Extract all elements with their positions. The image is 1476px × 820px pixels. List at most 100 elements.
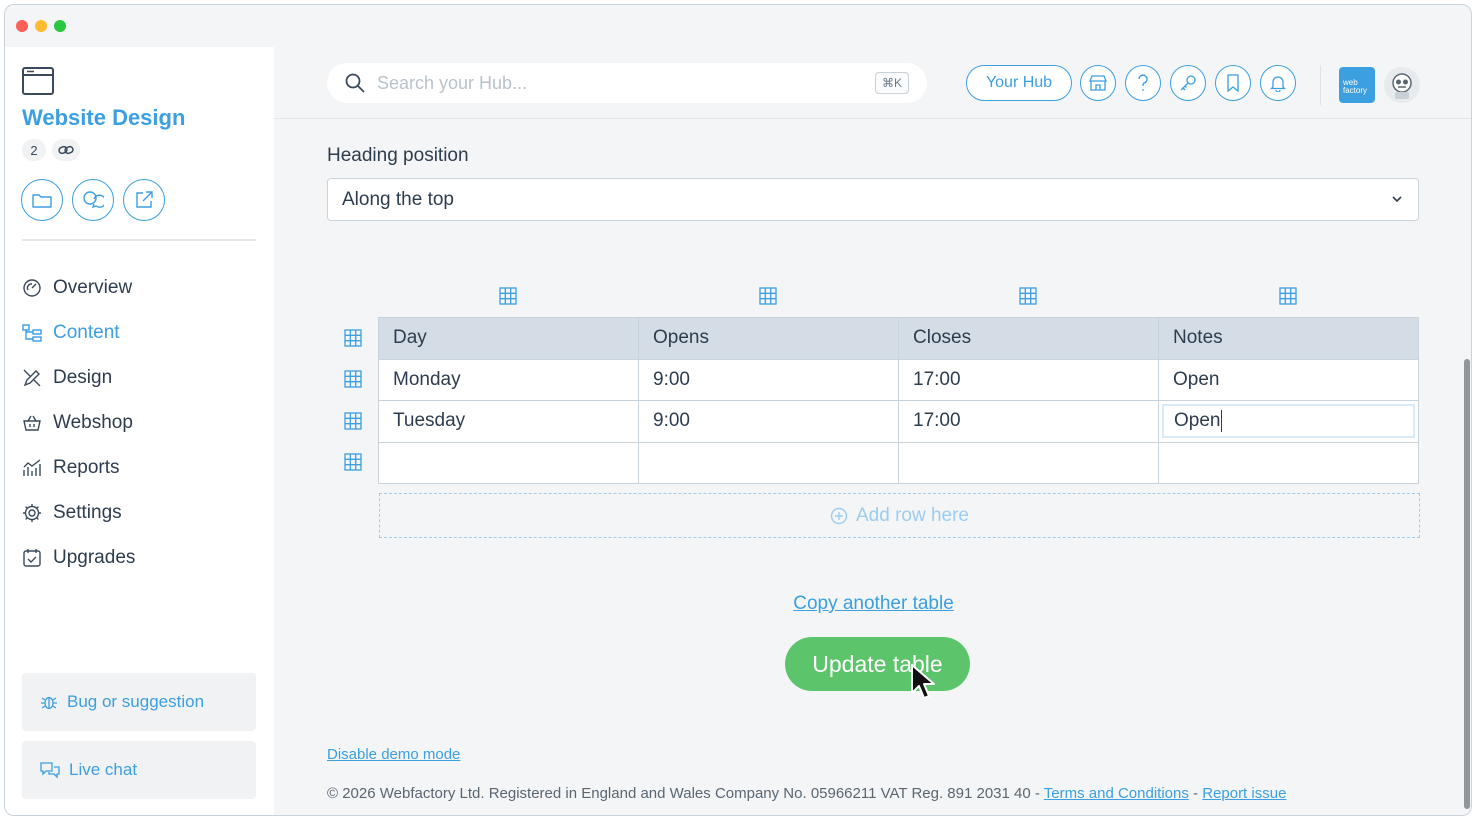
shopping-basket-icon	[23, 415, 41, 431]
table-row: Monday 9:00 17:00 Open	[378, 358, 1419, 401]
column-grid-icon[interactable]	[1279, 287, 1297, 305]
table-cell[interactable]: 9:00	[638, 358, 899, 401]
heading-position-select[interactable]: Along the top	[327, 178, 1419, 221]
footer-separator: -	[1188, 785, 1203, 802]
store-icon	[1089, 75, 1107, 91]
table-header-cell[interactable]: Opens	[638, 317, 899, 360]
table-cell[interactable]	[378, 441, 639, 484]
chat-label: Live chat	[69, 760, 138, 779]
terms-link[interactable]: Terms and Conditions	[1044, 785, 1189, 802]
table-cell[interactable]: 9:00	[638, 400, 899, 443]
table-header-cell[interactable]: Notes	[1158, 317, 1419, 360]
table-cell[interactable]	[898, 441, 1159, 484]
table-cell[interactable]: Tuesday	[378, 400, 639, 443]
nav-item-content[interactable]: Content	[22, 310, 256, 355]
content-tree-icon	[22, 323, 42, 342]
add-row-label: Add row here	[855, 504, 969, 526]
table-cell[interactable]	[1158, 441, 1419, 484]
dashboard-icon	[23, 278, 41, 297]
notifications-button[interactable]	[1260, 65, 1296, 101]
bookmark-button[interactable]	[1215, 65, 1251, 101]
help-button[interactable]	[1125, 65, 1161, 101]
bug-icon	[41, 696, 57, 710]
table-cell[interactable]: Open	[1158, 358, 1419, 401]
disable-demo-mode-link[interactable]: Disable demo mode	[327, 746, 460, 763]
project-actions	[21, 179, 165, 221]
project-meta: 2	[22, 139, 80, 161]
bug-label: Bug or suggestion	[67, 692, 205, 711]
search-input[interactable]: Search your Hub... ⌘K	[327, 63, 927, 103]
nav-label: Settings	[53, 501, 122, 523]
bug-or-suggestion-button[interactable]: Bug or suggestion	[22, 673, 256, 731]
row-grid-icon[interactable]	[344, 329, 362, 347]
add-row-button[interactable]: Add row here	[379, 493, 1420, 538]
nav-label: Content	[53, 321, 120, 343]
comments-button[interactable]	[72, 179, 114, 221]
reports-chart-icon	[23, 458, 41, 476]
design-tools-icon	[23, 369, 41, 386]
row-grid-icon[interactable]	[344, 370, 362, 388]
nav-item-overview[interactable]: Overview	[22, 265, 256, 310]
table-header-cell[interactable]: Closes	[898, 317, 1159, 360]
main-content: Heading position Along the top Day Opens…	[274, 119, 1471, 815]
row-grid-icon[interactable]	[344, 412, 362, 430]
table-header-cell[interactable]: Day	[378, 317, 639, 360]
user-avatar[interactable]	[1384, 67, 1420, 103]
nav-item-settings[interactable]: Settings	[22, 490, 256, 535]
cell-edit-input[interactable]: Open	[1162, 404, 1415, 439]
table-cell[interactable]: 17:00	[898, 358, 1159, 401]
table-row	[378, 441, 1419, 484]
mouse-pointer-icon	[911, 664, 935, 699]
key-button[interactable]	[1170, 65, 1206, 101]
sidebar-nav: Overview Content Design Webshop Reports …	[22, 265, 256, 580]
nav-item-design[interactable]: Design	[22, 355, 256, 400]
nav-label: Design	[53, 366, 113, 388]
nav-item-reports[interactable]: Reports	[22, 445, 256, 490]
report-issue-link[interactable]: Report issue	[1202, 785, 1286, 802]
search-shortcut-badge: ⌘K	[874, 72, 909, 94]
nav-label: Upgrades	[53, 546, 136, 568]
table-cell-editing[interactable]: Open	[1158, 400, 1419, 443]
open-external-button[interactable]	[123, 179, 165, 221]
live-chat-button[interactable]: Live chat	[22, 741, 256, 799]
table-cell[interactable]	[638, 441, 899, 484]
sidebar-divider	[22, 239, 256, 241]
row-handles	[344, 317, 364, 487]
chat-icon	[40, 762, 60, 779]
column-grid-icon[interactable]	[1019, 287, 1037, 305]
table-row: Tuesday 9:00 17:00 Open	[378, 400, 1419, 443]
robot-avatar-icon	[1392, 73, 1412, 99]
row-grid-icon[interactable]	[344, 453, 362, 471]
table-cell[interactable]: 17:00	[898, 400, 1159, 443]
external-link-icon	[136, 191, 153, 208]
folder-icon	[32, 194, 52, 208]
table-header-row: Day Opens Closes Notes	[378, 317, 1419, 360]
update-table-button[interactable]: Update table	[785, 637, 970, 691]
copyright-text: © 2026 Webfactory Ltd. Registered in Eng…	[327, 785, 1044, 802]
gear-icon	[23, 503, 41, 522]
column-grid-icon[interactable]	[499, 287, 517, 305]
project-title[interactable]: Website Design	[22, 105, 185, 131]
your-hub-button[interactable]: Your Hub	[966, 65, 1072, 101]
copy-another-table-link[interactable]: Copy another table	[274, 593, 1471, 615]
topbar-separator	[1320, 65, 1321, 105]
table-cell[interactable]: Monday	[378, 358, 639, 401]
column-grid-icon[interactable]	[759, 287, 777, 305]
key-icon	[1180, 75, 1196, 91]
close-window-button[interactable]	[16, 20, 28, 32]
heading-position-label: Heading position	[327, 145, 469, 166]
webfactory-logo[interactable]: web factory	[1339, 67, 1375, 103]
project-link-button[interactable]	[52, 139, 80, 161]
search-placeholder: Search your Hub...	[377, 72, 528, 93]
folder-button[interactable]	[21, 179, 63, 221]
nav-item-upgrades[interactable]: Upgrades	[22, 535, 256, 580]
text-caret	[1221, 410, 1223, 433]
scrollbar[interactable]	[1464, 359, 1470, 809]
chat-bubbles-icon	[83, 191, 104, 209]
maximize-window-button[interactable]	[54, 20, 66, 32]
minimize-window-button[interactable]	[35, 20, 47, 32]
footer-text: © 2026 Webfactory Ltd. Registered in Eng…	[327, 785, 1286, 802]
nav-item-webshop[interactable]: Webshop	[22, 400, 256, 445]
link-icon	[58, 145, 74, 155]
store-button[interactable]	[1080, 65, 1116, 101]
